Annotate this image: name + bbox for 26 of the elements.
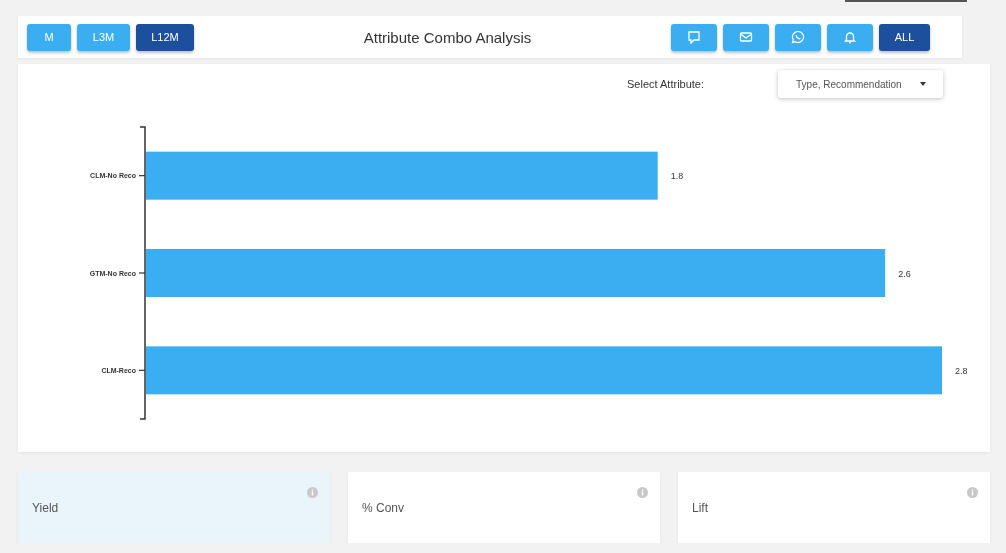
metric-card[interactable]: Yield [18,472,330,543]
attribute-dropdown[interactable]: Type, Recommendation [778,70,944,98]
channel-button[interactable] [723,23,769,51]
mail-icon [739,30,753,44]
select-label: Select Attribute: [627,78,705,90]
metric-label: Lift [692,500,708,515]
period-tab[interactable]: L12M [136,23,194,51]
info-icon [307,487,318,498]
value-label: 2.8 [955,365,968,376]
page-title: Attribute Combo Analysis [362,28,533,46]
channel-button[interactable] [827,23,873,51]
metric-label: Yield [32,500,59,515]
metric-card[interactable]: Lift [678,472,990,543]
info-icon [967,487,978,498]
caret-icon [919,81,928,87]
metric-label: % Conv [362,500,405,515]
value-label: 1.8 [670,171,684,182]
channel-button[interactable] [775,23,821,51]
info-icon [637,487,648,498]
channel-button[interactable] [671,23,717,51]
metric-card[interactable]: % Conv [348,472,660,543]
bell-icon [843,30,857,44]
channel-button[interactable]: ALL [879,23,930,51]
chat-icon [687,30,701,44]
whatsapp-icon [791,30,805,44]
value-label: 2.6 [898,268,911,279]
